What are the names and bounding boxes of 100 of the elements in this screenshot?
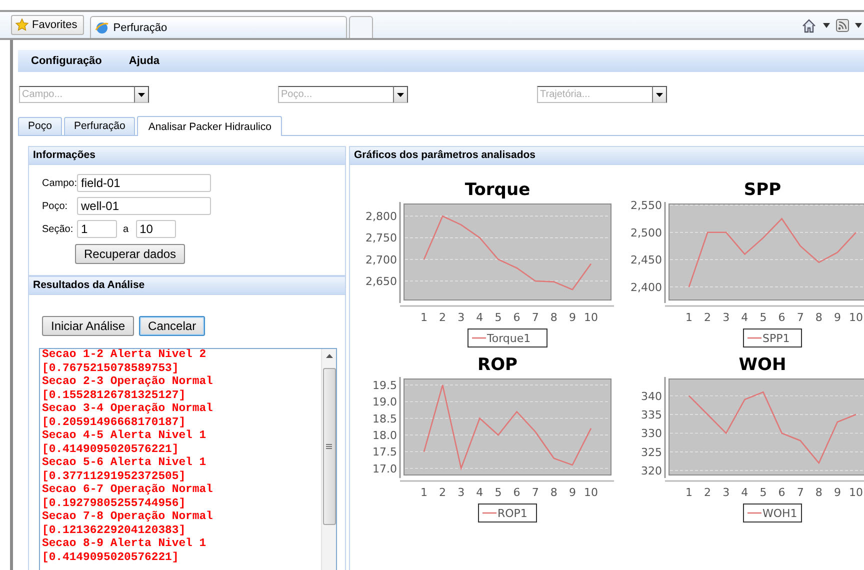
input-field[interactable]: well-01 (77, 197, 211, 215)
axis-tick-label: 18.5 (372, 412, 397, 426)
result-line: Secao 2-3 Operação Normal (42, 376, 214, 390)
tab[interactable]: Poço (18, 117, 62, 135)
axis-tick-label: 1 (420, 311, 428, 324)
legend-line-icon (482, 512, 496, 514)
result-line: [0.7675215078589753] (42, 362, 180, 376)
axis-tick-label: 2 (439, 486, 446, 499)
chart-title: ROP (478, 355, 518, 375)
legend-label: ROP1 (498, 507, 528, 520)
panel-title: Informações (29, 147, 345, 165)
axis-tick-label: 9 (834, 486, 841, 499)
axis-tick-label: 4 (476, 311, 484, 324)
axis-tick-label: 17.5 (372, 446, 397, 459)
start-analysis-button[interactable]: Iniciar Análise (42, 316, 134, 336)
legend-line-icon (748, 337, 762, 339)
cancel-button[interactable]: Cancelar (139, 316, 206, 336)
scroll-up-icon[interactable] (326, 354, 332, 358)
browser-tab[interactable]: Perfuração (90, 16, 348, 38)
input-field[interactable]: 1 (77, 220, 117, 238)
menu-item[interactable]: Configuração (31, 55, 102, 67)
caret-icon[interactable] (823, 22, 830, 28)
result-line: [0.20591496668170187] (42, 416, 187, 430)
chart-legend (478, 504, 537, 522)
result-line: Secao 5-6 Alerta Nivel 1 (42, 457, 208, 470)
axis-tick-label: 2,550 (630, 199, 662, 212)
axis-tick-label: 7 (796, 486, 804, 499)
axis-tick-label: 4 (741, 486, 748, 499)
axis-tick-label: 8 (550, 311, 558, 324)
grip-icon (326, 444, 332, 449)
retrieve-data-button[interactable]: Recuperar dados (75, 244, 186, 264)
axis-tick-label: 8 (815, 311, 822, 324)
chart-title: Torque (464, 180, 530, 200)
combo-box-field[interactable]: Trajetória... (537, 86, 652, 103)
input-field[interactable]: field-01 (77, 174, 211, 192)
legend-line-icon (472, 337, 486, 339)
axis-tick-label: 10 (849, 311, 863, 324)
combo-box-field[interactable]: Poço... (278, 86, 393, 103)
axis-tick-label: 5 (760, 486, 767, 499)
axis-tick-label: 4 (741, 311, 748, 324)
axis-tick-label: 3 (458, 486, 465, 499)
tab[interactable]: Perfuração (64, 117, 136, 135)
dropdown-arrow-icon[interactable] (656, 92, 663, 96)
panel-title: Gráficos dos parâmetros analisados (350, 147, 864, 165)
tab-title: Perfuração (113, 22, 168, 34)
chart-legend (743, 328, 802, 348)
axis-tick-label: 10 (584, 311, 598, 324)
axis-tick-label: 8 (550, 486, 558, 499)
axis-tick-label: 6 (778, 311, 786, 324)
axis-tick-label: 2,500 (630, 226, 662, 240)
axis-tick-label: 6 (513, 486, 520, 499)
result-line: [0.15528126781325127] (42, 390, 187, 402)
axis-tick-label: 3 (722, 486, 730, 499)
axis-tick-label: 8 (815, 486, 822, 499)
axis-tick-label: 3 (458, 311, 465, 324)
axis-tick-label: 2 (704, 486, 712, 499)
feed-icon[interactable] (836, 18, 849, 32)
axis-tick-label: 1 (686, 311, 692, 324)
axis-tick-label: 10 (584, 486, 598, 499)
axis-tick-label: 2,700 (366, 253, 397, 266)
axis-tick-label: 2 (704, 311, 712, 324)
axis-tick-label: 4 (476, 486, 484, 499)
tab[interactable]: Analisar Packer Hidraulico (137, 116, 282, 136)
dropdown-arrow-icon[interactable] (397, 92, 404, 96)
legend-label: SPP1 (762, 332, 790, 345)
result-line: Secao 4-5 Alerta Nivel 1 (42, 430, 208, 444)
scroll-thumb[interactable] (322, 368, 336, 525)
axis-tick-label: 325 (641, 446, 662, 459)
axis-tick-label: 7 (532, 311, 539, 324)
field-label: Poço: (42, 200, 69, 212)
axis-tick-label: 1 (686, 486, 692, 499)
favorites-button[interactable]: Favorites (11, 15, 84, 35)
axis-tick-label: 5 (494, 311, 502, 324)
axis-tick-label: 6 (778, 486, 786, 499)
legend-line-icon (748, 512, 762, 514)
axis-tick-label: 19.5 (372, 379, 397, 392)
axis-tick-label: 2 (439, 311, 446, 324)
axis-tick-label: 330 (641, 427, 662, 440)
scrollbar[interactable] (321, 349, 336, 570)
axis-tick-label: 17.0 (372, 462, 397, 476)
result-line: Secao 6-7 Operação Normal (42, 484, 214, 498)
result-line: Secao 1-2 Alerta Nivel 2 (42, 349, 208, 362)
home-icon[interactable] (801, 18, 817, 32)
axis-tick-label: 335 (641, 408, 662, 422)
result-line: [0.19279805255744956] (42, 498, 187, 510)
axis-tick-label: 5 (760, 311, 767, 324)
star-icon (15, 18, 29, 32)
panel-title: Resultados da Análise (29, 277, 345, 295)
range-separator: a (123, 224, 129, 234)
input-field[interactable]: 10 (136, 220, 176, 238)
menu-item[interactable]: Ajuda (128, 55, 160, 67)
chart-title: WOH (738, 355, 786, 375)
result-line: [0.4149095020576221] (42, 552, 180, 565)
caret-icon[interactable] (855, 22, 862, 28)
dropdown-arrow-icon[interactable] (138, 92, 145, 96)
axis-tick-label: 2,800 (366, 210, 397, 224)
combo-box-field[interactable]: Campo... (19, 86, 134, 103)
axis-tick-label: 5 (494, 486, 502, 499)
globe-icon (95, 20, 110, 34)
result-line: [0.37711291952372505] (42, 470, 187, 484)
